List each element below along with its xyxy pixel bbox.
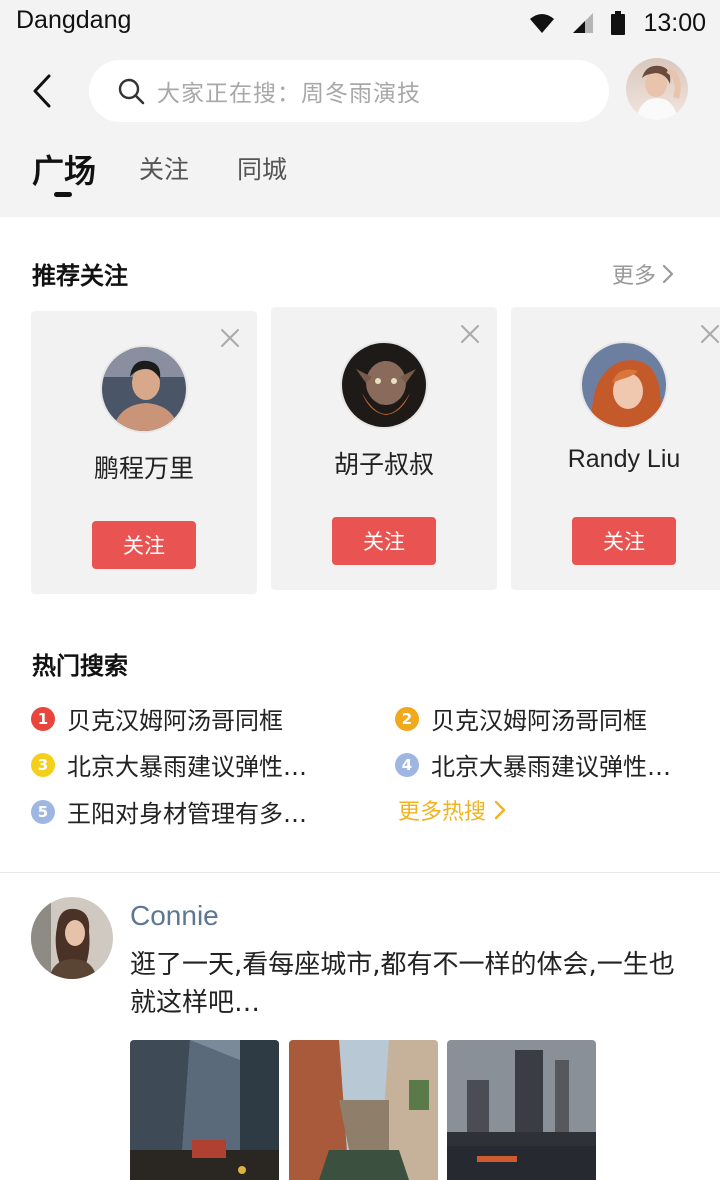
rank-badge: 1 <box>31 706 55 731</box>
follow-button[interactable]: 关注 <box>92 521 196 569</box>
hot-search-item[interactable]: 4 北京大暴雨建议弹性… <box>395 747 671 782</box>
hot-search-item[interactable]: 3 北京大暴雨建议弹性… <box>31 747 307 782</box>
avatar[interactable] <box>580 341 668 429</box>
close-icon[interactable] <box>219 327 241 349</box>
tab-square[interactable]: 广场 <box>32 146 96 192</box>
hot-search-more-label: 更多热搜 <box>398 800 487 825</box>
hot-search-text: 王阳对身材管理有多… <box>67 800 307 828</box>
hot-search-title: 热门搜索 <box>32 652 128 680</box>
avatar-image <box>102 347 186 431</box>
status-bar: Dangdang 13:00 <box>0 0 720 46</box>
rank-badge: 3 <box>31 752 55 777</box>
user-avatar[interactable] <box>626 58 688 120</box>
avatar[interactable] <box>100 345 188 433</box>
post-text: 逛了一天,看每座城市,都有不一样的体会,一生也就这样吧… <box>130 950 675 1018</box>
wifi-icon <box>530 14 555 33</box>
follow-button[interactable]: 关注 <box>332 517 436 565</box>
tab-active-indicator <box>54 192 72 197</box>
header: 大家正在搜：周冬雨演技 <box>0 58 720 124</box>
hot-search-text: 北京大暴雨建议弹性… <box>67 753 307 781</box>
close-icon[interactable] <box>699 323 720 345</box>
post-avatar[interactable] <box>31 897 113 979</box>
chevron-right-icon <box>494 800 506 820</box>
post-image-graphic <box>447 1040 596 1180</box>
avatar[interactable] <box>340 341 428 429</box>
tab-nearby[interactable]: 同城 <box>237 150 287 186</box>
recommend-card: 胡子叔叔 关注 <box>271 307 497 590</box>
carrier-name: Dangdang <box>16 6 132 34</box>
search-input[interactable]: 大家正在搜：周冬雨演技 <box>89 60 609 122</box>
rank-badge: 4 <box>395 752 419 777</box>
card-name: 胡子叔叔 <box>333 450 434 479</box>
post-image[interactable] <box>289 1040 438 1180</box>
post-username[interactable]: Connie <box>130 900 219 932</box>
hot-search-text: 贝克汉姆阿汤哥同框 <box>431 707 647 735</box>
hot-search-item[interactable]: 2 贝克汉姆阿汤哥同框 <box>395 701 647 736</box>
avatar-image <box>582 343 666 427</box>
hot-search-text: 北京大暴雨建议弹性… <box>431 753 671 781</box>
tab-following[interactable]: 关注 <box>139 150 189 186</box>
battery-icon <box>611 11 626 35</box>
chevron-left-icon <box>33 74 51 108</box>
recommend-card: Randy Liu 关注 <box>511 307 720 590</box>
chevron-right-icon <box>662 264 674 284</box>
hot-search-item[interactable]: 1 贝克汉姆阿汤哥同框 <box>31 701 283 736</box>
hot-search-more-link[interactable]: 更多热搜 <box>398 794 506 826</box>
hot-search-item[interactable]: 5 王阳对身材管理有多… <box>31 794 307 829</box>
back-button[interactable] <box>22 68 62 114</box>
post-image-graphic <box>130 1040 279 1180</box>
user-avatar-image <box>626 58 688 120</box>
post-avatar-image <box>31 897 113 979</box>
post-image[interactable] <box>130 1040 279 1180</box>
recommend-card: 鹏程万里 关注 <box>31 311 257 594</box>
section-divider <box>0 872 720 873</box>
card-name: Randy Liu <box>567 445 681 473</box>
rank-badge: 2 <box>395 706 419 731</box>
card-name: 鹏程万里 <box>93 454 194 483</box>
post-image-graphic <box>289 1040 438 1180</box>
recommend-more-link[interactable]: 更多 <box>612 258 674 290</box>
recommend-more-label: 更多 <box>612 264 657 289</box>
close-icon[interactable] <box>459 323 481 345</box>
tab-bar: 广场 关注 同城 <box>0 150 720 210</box>
rank-badge: 5 <box>31 799 55 824</box>
post-image[interactable] <box>447 1040 596 1180</box>
follow-button[interactable]: 关注 <box>572 517 676 565</box>
status-icons: 13:00 <box>529 8 706 38</box>
hot-search-text: 贝克汉姆阿汤哥同框 <box>67 707 283 735</box>
recommend-title: 推荐关注 <box>32 262 128 290</box>
avatar-image <box>342 343 426 427</box>
signal-icon <box>573 13 594 33</box>
search-icon <box>118 78 145 105</box>
status-time: 13:00 <box>643 8 706 37</box>
search-placeholder: 大家正在搜：周冬雨演技 <box>157 81 421 107</box>
